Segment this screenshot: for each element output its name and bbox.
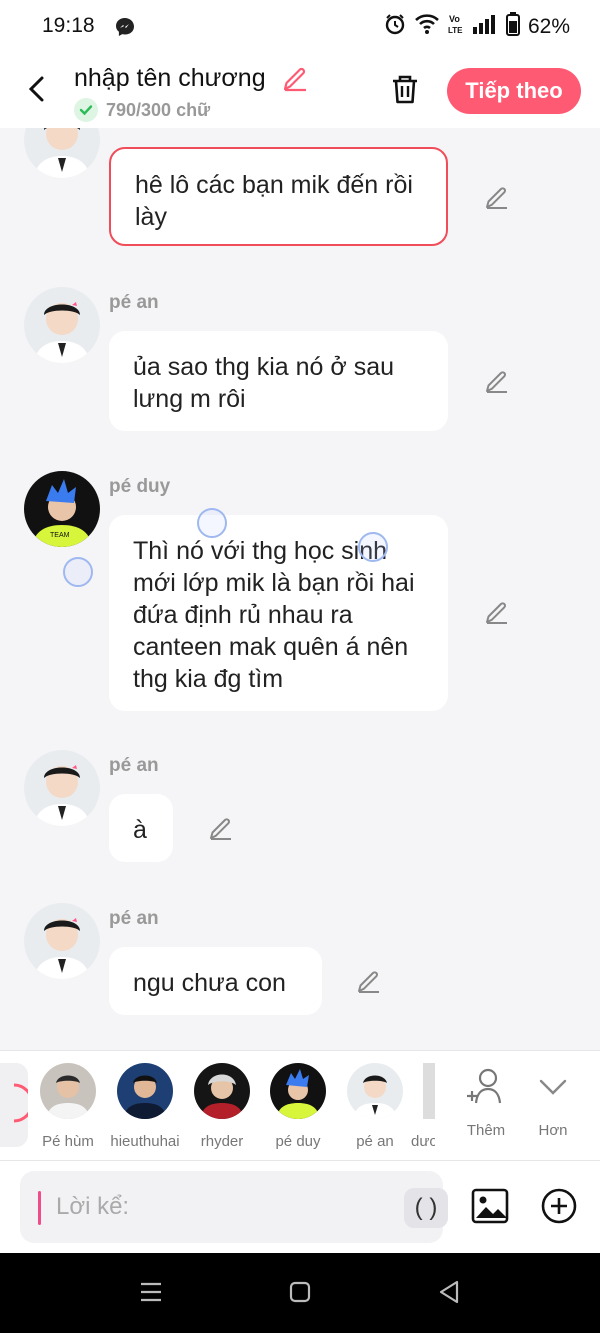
word-count: 790/300 chữ xyxy=(74,98,210,122)
character-avatar xyxy=(40,1063,96,1119)
edit-pencil-icon[interactable] xyxy=(207,815,235,848)
character-avatar xyxy=(347,1063,403,1119)
message-bubble[interactable]: Thì nó với thg học sinh mới lớp mik là b… xyxy=(109,515,448,711)
edit-pencil-icon[interactable] xyxy=(483,599,511,632)
word-count-text: 790/300 chữ xyxy=(106,99,211,120)
check-icon xyxy=(74,98,98,122)
touch-indicator xyxy=(358,532,388,562)
add-person-icon xyxy=(464,1068,508,1113)
svg-text:Vo: Vo xyxy=(449,14,460,24)
character-item[interactable]: dươ xyxy=(405,1063,435,1150)
chapter-title[interactable]: nhập tên chương xyxy=(74,64,266,93)
system-nav-bar xyxy=(0,1253,600,1333)
alarm-icon xyxy=(384,13,406,40)
character-label: dươ xyxy=(411,1133,435,1150)
next-button[interactable]: Tiếp theo xyxy=(447,68,581,114)
add-circle-icon[interactable] xyxy=(540,1187,578,1230)
chevron-down-icon xyxy=(531,1079,575,1113)
svg-text:LTE: LTE xyxy=(448,26,463,35)
character-avatar xyxy=(117,1063,173,1119)
sender-name: pé an xyxy=(109,292,159,313)
avatar-pe-duy[interactable]: TEAM xyxy=(24,471,100,547)
text-caret xyxy=(38,1191,41,1225)
avatar-pe-an[interactable] xyxy=(24,128,100,178)
messenger-icon xyxy=(114,16,136,43)
edit-pencil-icon[interactable] xyxy=(483,368,511,401)
parentheses-button[interactable]: ( ) xyxy=(404,1188,448,1228)
more-label: Hơn xyxy=(538,1122,568,1139)
back-triangle-icon[interactable] xyxy=(437,1279,461,1310)
character-item[interactable]: hieuthuhai xyxy=(110,1063,180,1150)
signal-icon xyxy=(472,13,498,40)
edit-title-pencil-icon[interactable] xyxy=(280,64,310,99)
avatar-pe-an[interactable] xyxy=(24,903,100,979)
add-character-button[interactable]: Thêm xyxy=(456,1065,516,1139)
chat-area: hê lô các bạn mik đến rồi lày pé an ủa s… xyxy=(0,128,600,1050)
character-label: Pé hùm xyxy=(42,1133,94,1150)
back-arrow-icon[interactable] xyxy=(20,72,54,106)
svg-text:TEAM: TEAM xyxy=(50,532,70,539)
narration-placeholder: Lời kể: xyxy=(56,1193,130,1220)
home-icon[interactable] xyxy=(288,1279,312,1310)
sender-name: pé duy xyxy=(109,476,171,497)
edit-pencil-icon[interactable] xyxy=(355,968,383,1001)
message-bubble[interactable]: hê lô các bạn mik đến rồi lày xyxy=(109,147,448,246)
message-text: ủa sao thg kia nó ở sau lưng m rôi xyxy=(133,353,395,413)
sender-name: pé an xyxy=(109,908,159,929)
character-avatar xyxy=(270,1063,326,1119)
message-text: hê lô các bạn mik đến rồi lày xyxy=(135,171,413,231)
character-item[interactable]: Pé hùm xyxy=(33,1063,103,1150)
volte-icon: Vo LTE xyxy=(448,13,464,40)
edit-pencil-icon[interactable] xyxy=(483,184,511,217)
add-character-label: Thêm xyxy=(466,1122,506,1139)
input-bar: Lời kể: ( ) xyxy=(0,1160,600,1253)
character-label: hieuthuhai xyxy=(110,1133,180,1150)
battery-icon xyxy=(505,12,520,41)
recent-apps-icon[interactable] xyxy=(138,1279,164,1310)
status-time: 19:18 xyxy=(42,14,95,37)
message-bubble[interactable]: ủa sao thg kia nó ở sau lưng m rôi xyxy=(109,331,448,431)
character-item[interactable]: rhyder xyxy=(187,1063,257,1150)
avatar-pe-an[interactable] xyxy=(24,287,100,363)
character-item[interactable]: pé an xyxy=(340,1063,410,1150)
sender-name: pé an xyxy=(109,755,159,776)
character-label: pé duy xyxy=(275,1133,321,1150)
more-button[interactable]: Hơn xyxy=(523,1065,583,1139)
wifi-icon xyxy=(414,13,440,40)
message-bubble[interactable]: ngu chưa con xyxy=(109,947,322,1015)
character-avatar xyxy=(423,1063,435,1119)
character-label: pé an xyxy=(356,1133,394,1150)
message-bubble[interactable]: à xyxy=(109,794,173,862)
character-strip: Pé hùm hieuthuhai rhyder pé duy pé an dư… xyxy=(0,1050,600,1160)
touch-indicator xyxy=(63,557,93,587)
status-bar: 19:18 Vo LTE 62% xyxy=(0,0,600,52)
touch-indicator xyxy=(197,508,227,538)
character-label: rhyder xyxy=(200,1133,244,1150)
image-icon[interactable] xyxy=(470,1186,510,1231)
avatar-pe-an[interactable] xyxy=(24,750,100,826)
message-text: ngu chưa con xyxy=(133,969,286,997)
trash-icon[interactable] xyxy=(388,72,422,111)
narrator-tab[interactable] xyxy=(0,1063,34,1147)
message-text: à xyxy=(133,816,147,844)
narration-input[interactable]: Lời kể: ( ) xyxy=(20,1171,448,1243)
battery-percent: 62% xyxy=(527,14,570,38)
header: nhập tên chương 790/300 chữ Tiếp theo xyxy=(0,52,600,128)
character-item[interactable]: pé duy xyxy=(263,1063,333,1150)
character-avatar xyxy=(194,1063,250,1119)
